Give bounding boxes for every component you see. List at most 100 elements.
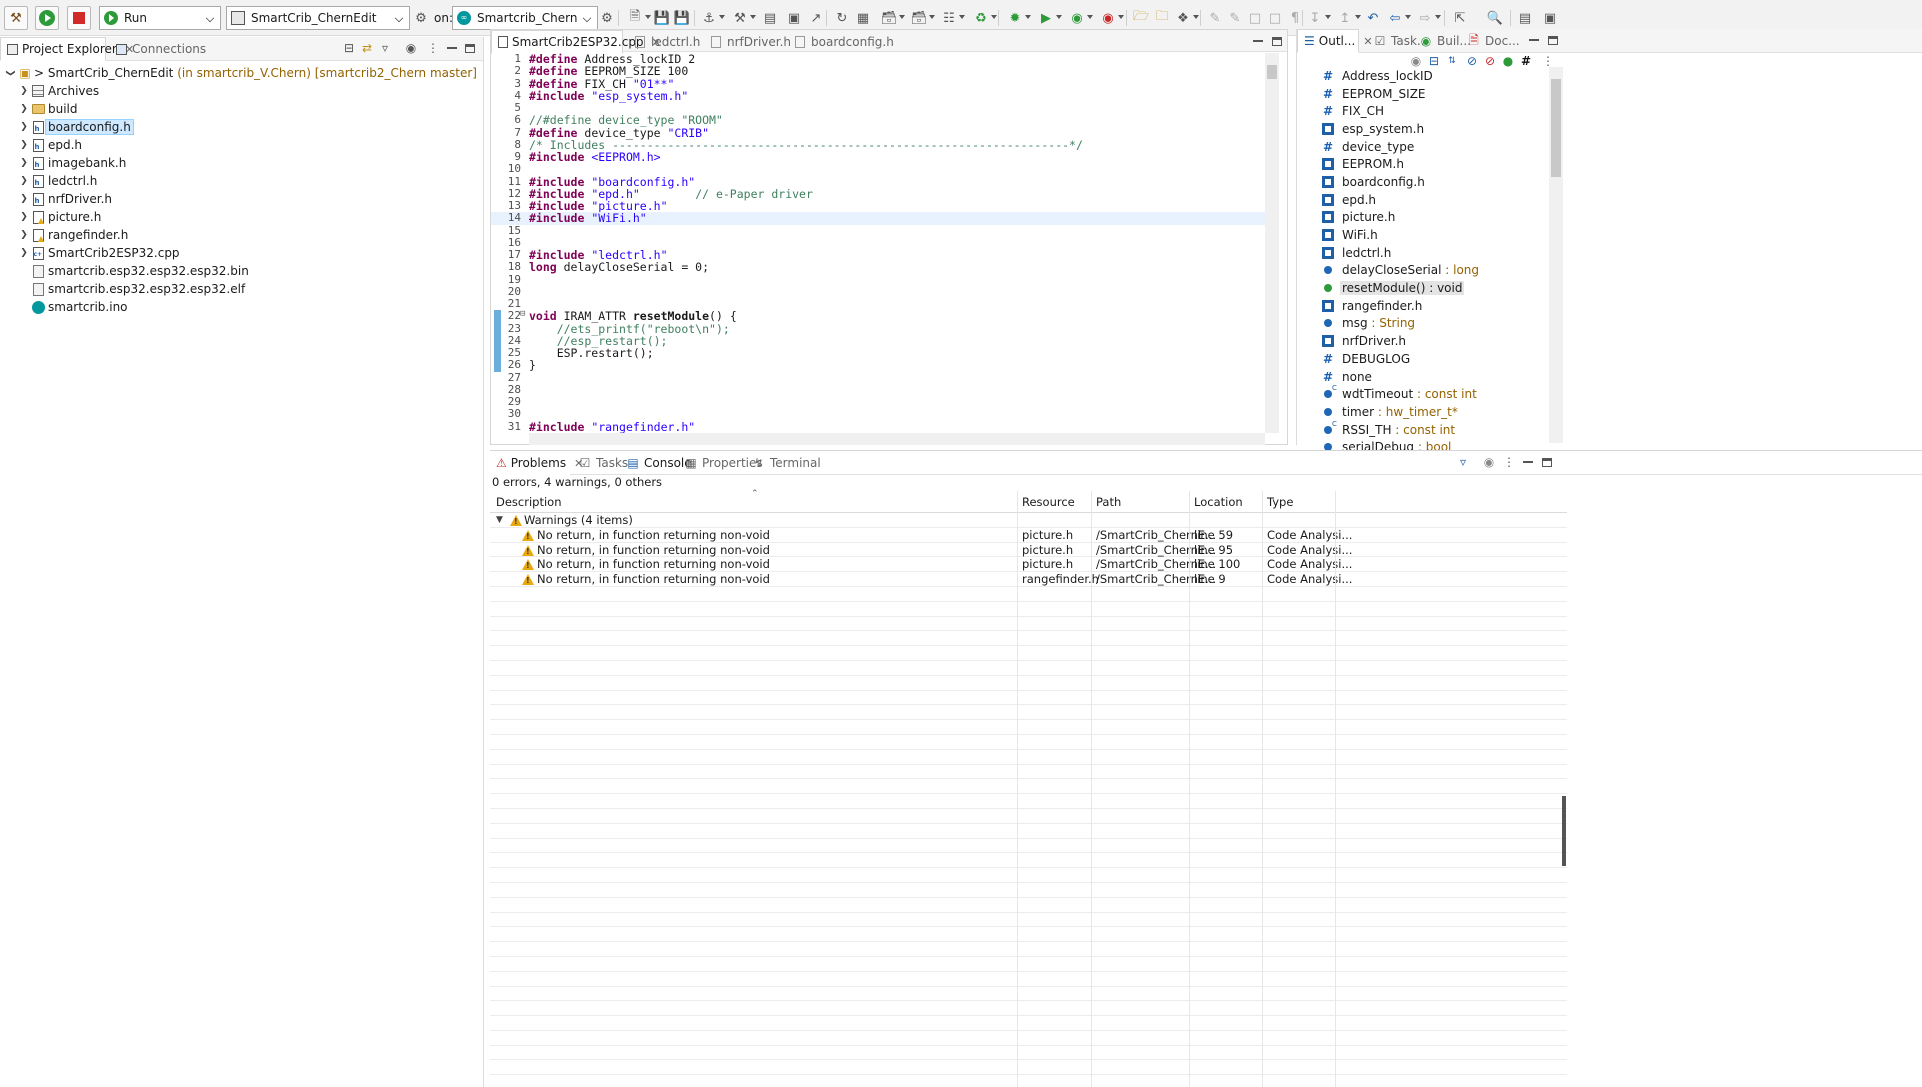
run-icon[interactable]: ▶ (1037, 9, 1062, 27)
outline-item[interactable]: CwdtTimeout : const int (1311, 384, 1871, 403)
chevron-right-icon[interactable]: ❯ (19, 140, 29, 150)
outline-item[interactable]: EEPROM.h (1311, 155, 1871, 173)
outline-item[interactable]: # device_type (1311, 138, 1871, 156)
last-edit-icon[interactable]: ↶ (1364, 9, 1382, 27)
code-line[interactable]: 20 (491, 285, 1269, 298)
outline-item[interactable]: boardconfig.h (1311, 173, 1871, 191)
prev-annotation-icon[interactable]: ↥ (1336, 9, 1361, 27)
problem-row[interactable]: No return, in function returning non-voi… (490, 557, 1567, 574)
outline-item[interactable]: delayCloseSerial : long (1311, 262, 1871, 280)
filter-icon[interactable]: ▿ (1456, 455, 1470, 469)
tree-item[interactable]: ❯ build (0, 100, 484, 118)
outline-item[interactable]: # Address_lockID (1311, 67, 1871, 85)
terminal-icon[interactable]: ▤ (761, 9, 779, 27)
tab-terminal[interactable]: ↯ Terminal (746, 451, 827, 475)
minimize-icon[interactable] (1527, 33, 1541, 47)
maximize-icon[interactable] (1270, 34, 1284, 48)
tab-documentation[interactable]: 🗎 Doc... (1461, 29, 1526, 53)
external-tools-icon[interactable]: ◉ (1099, 9, 1124, 27)
outline-item[interactable]: # EEPROM_SIZE (1311, 85, 1871, 103)
new-source-icon[interactable]: ♻ (972, 9, 997, 27)
tab-connections[interactable]: Connections (108, 37, 212, 61)
back-icon[interactable]: ⇦ (1386, 9, 1411, 27)
tree-item[interactable]: ❯ h boardconfig.h (0, 118, 484, 136)
code-text-area[interactable]: 1 #define Address_lockID 2 2 #define EEPROM… (491, 53, 1269, 433)
project-root-item[interactable]: ❯ ▣ > SmartCrib_ChernEdit (in smartcrib_… (0, 64, 484, 82)
column-location[interactable]: Location (1194, 495, 1243, 509)
outline-item[interactable]: picture.h (1311, 209, 1871, 227)
column-type[interactable]: Type (1267, 495, 1293, 509)
filter-icon[interactable]: ▿ (378, 41, 392, 55)
sort-icon[interactable]: ⇅ (1445, 54, 1459, 68)
code-line[interactable]: 28 (491, 383, 1269, 396)
new-file-icon[interactable]: 🗎 (626, 9, 651, 27)
open-type-icon[interactable]: 🗀 (1153, 9, 1171, 27)
hide-fields-icon[interactable]: ⊘ (1465, 54, 1479, 68)
hide-nonpublic-icon[interactable]: ● (1501, 54, 1515, 68)
tree-item[interactable]: ❯ rangefinder.h (0, 226, 484, 244)
problems-scrollbar-thumb[interactable] (1562, 796, 1566, 866)
launch-mode-select[interactable]: Run (99, 6, 221, 30)
minimize-icon[interactable] (1521, 455, 1535, 469)
minimize-icon[interactable] (1251, 34, 1265, 48)
code-line[interactable]: 31 #include "rangefinder.h" (491, 420, 1269, 433)
console-icon[interactable]: ▣ (785, 9, 803, 27)
outline-item[interactable]: timer : hw_timer_t* (1311, 403, 1871, 421)
code-line[interactable]: 6//#define device_type "ROOM" (491, 113, 1269, 126)
collapse-all-icon[interactable]: ⊟ (1427, 54, 1441, 68)
scrollbar-thumb[interactable] (1267, 65, 1277, 79)
tab-problems[interactable]: ⚠ Problems ✕ (490, 451, 583, 475)
view-menu-icon[interactable]: ⋮ (426, 41, 440, 55)
chevron-right-icon[interactable]: ❯ (19, 86, 29, 96)
tree-item[interactable]: ❯ c+ SmartCrib2ESP32.cpp (0, 244, 484, 262)
target-settings-icon[interactable]: ⚓ (700, 9, 725, 27)
page-icon[interactable]: □ (1266, 9, 1284, 27)
open-perspective-icon[interactable]: ▤ (1516, 9, 1534, 27)
perspective-icon[interactable]: ▣ (1541, 9, 1559, 27)
outline-item[interactable]: # none (1311, 368, 1871, 386)
code-line[interactable]: 15 (491, 224, 1269, 237)
chevron-right-icon[interactable]: ❯ (19, 212, 29, 222)
outline-item[interactable]: WiFi.h (1311, 226, 1871, 244)
build-button[interactable]: ⚒ (4, 6, 28, 30)
chevron-down-icon[interactable]: ▼ (496, 513, 503, 528)
tree-item[interactable]: ❯ Archives (0, 82, 484, 100)
tab-ledctrl-h[interactable]: ledctrl.h (627, 30, 706, 54)
problem-row[interactable]: No return, in function returning non-voi… (490, 528, 1567, 545)
code-line[interactable]: 27 (491, 371, 1269, 384)
open-folder-icon[interactable]: 🗁 (1132, 9, 1150, 27)
tree-item[interactable]: smartcrib.esp32.esp32.esp32.elf (0, 280, 484, 298)
search-tool-icon[interactable]: ❖ (1174, 9, 1199, 27)
code-line[interactable]: 19 (491, 273, 1269, 286)
maximize-icon[interactable] (1540, 455, 1554, 469)
launch-target-select[interactable]: ∞ Smartcrib_Chern (452, 6, 598, 30)
chevron-down-icon[interactable]: ❯ (5, 68, 15, 78)
forward-icon[interactable]: ⇨ (1416, 9, 1441, 27)
outline-item[interactable]: msg : String (1311, 315, 1871, 333)
outline-item[interactable]: # FIX_CH (1311, 102, 1871, 120)
gear-icon[interactable]: ⚙ (598, 9, 616, 27)
column-description[interactable]: Description (496, 495, 562, 509)
refresh-icon[interactable]: ↻ (833, 9, 851, 27)
launch-button[interactable] (35, 6, 59, 30)
problem-row[interactable]: No return, in function returning non-voi… (490, 572, 1567, 589)
code-line[interactable]: 14 #include "WiFi.h" (491, 211, 1269, 225)
focus-icon[interactable]: ◉ (1409, 54, 1423, 68)
outline-item[interactable]: rangefinder.h (1311, 297, 1871, 315)
minimize-icon[interactable] (445, 41, 459, 55)
code-line[interactable]: 29 (491, 395, 1269, 408)
build-icon[interactable]: ⚒ (731, 9, 756, 27)
chevron-right-icon[interactable]: ❯ (19, 230, 29, 240)
column-path[interactable]: Path (1096, 495, 1121, 509)
tab-nrfdriver-h[interactable]: nrfDriver.h (703, 30, 797, 54)
editor-horizontal-scrollbar[interactable] (529, 433, 1265, 445)
new-class-icon[interactable]: ☷ (940, 9, 965, 27)
tree-item[interactable]: ❯ h nrfDriver.h (0, 190, 484, 208)
code-line[interactable]: 9 #include <EEPROM.h> (491, 150, 1269, 163)
tool-icon[interactable]: ↗ (807, 9, 825, 27)
code-line[interactable]: 4 #include "esp_system.h" (491, 89, 1269, 102)
maximize-icon[interactable] (463, 41, 477, 55)
chevron-right-icon[interactable]: ❯ (19, 158, 29, 168)
edit-icon[interactable]: ✎ (1226, 9, 1244, 27)
warnings-group-row[interactable]: ▼ Warnings (4 items) (490, 513, 1567, 530)
